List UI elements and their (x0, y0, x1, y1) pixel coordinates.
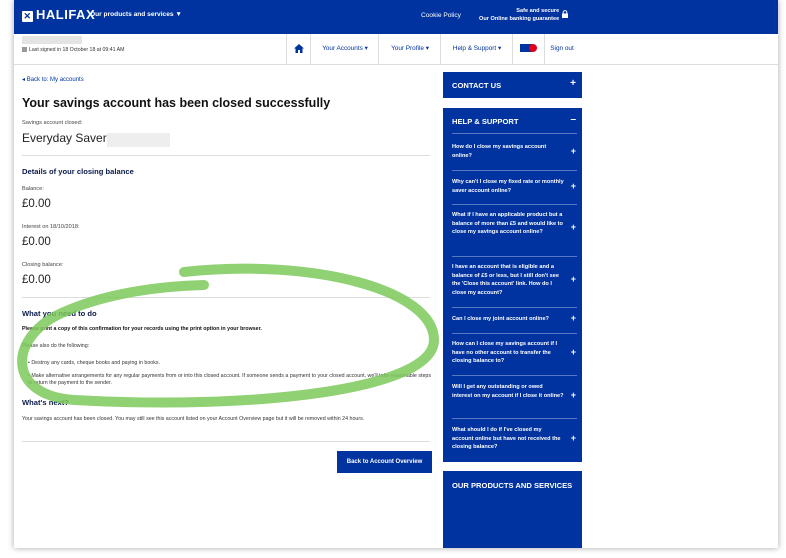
plus-icon: + (570, 181, 576, 191)
faq-item[interactable]: I have an account that is eligible and a… (443, 263, 582, 303)
plus-icon: + (570, 313, 576, 323)
back-to-accounts-link[interactable]: ◂ Back to: My accounts (22, 76, 84, 83)
divider (452, 418, 577, 419)
divider (22, 441, 430, 442)
logo-text: HALIFAX (36, 7, 96, 22)
faq-item[interactable]: Why can't I close my fixed rate or month… (443, 178, 582, 202)
divider (452, 333, 577, 334)
chevron-down-icon: ▼ (175, 11, 182, 18)
bullet-text: Destroy any cards, cheque books and payi… (31, 360, 161, 366)
last-signed-in: Last signed in 18 October 18 at 09:41 AM (22, 47, 124, 53)
faq-question: I have an account that is eligible and a… (452, 264, 560, 296)
list-item: • Make alternative arrangements for any … (28, 373, 431, 386)
account-name: Everyday Saver (22, 131, 107, 145)
plus-icon: + (570, 274, 576, 284)
divider (452, 256, 577, 257)
whats-next-text: Your savings account has been closed. Yo… (22, 416, 365, 422)
plus-icon: + (570, 433, 576, 443)
your-profile-menu[interactable]: Your Profile ▾ (378, 34, 441, 64)
logo-x-icon: ✕ (22, 11, 33, 22)
print-note: Please print a copy of this confirmation… (22, 326, 262, 332)
divider (452, 375, 577, 376)
bullet-text: Make alternative arrangements for any re… (28, 373, 431, 386)
contact-us-heading: CONTACT US (452, 81, 502, 90)
cookie-policy-link[interactable]: Cookie Policy (421, 12, 461, 19)
caret-down-icon: ▾ (497, 45, 502, 52)
browser-page: ✕ HALIFAX Our products and services ▼ Coo… (14, 0, 778, 548)
home-icon (294, 43, 304, 53)
products-services-panel[interactable]: OUR PRODUCTS AND SERVICES (443, 471, 582, 548)
details-heading: Details of your closing balance (22, 167, 134, 176)
faq-question: What if I have an applicable product but… (452, 212, 563, 236)
home-button[interactable] (286, 34, 311, 64)
divider (22, 155, 430, 156)
faq-item[interactable]: What should I do if I've closed my accou… (443, 426, 582, 456)
products-menu-label: Our products and services (90, 11, 174, 18)
faq-item[interactable]: How do I close my savings account online… (443, 143, 582, 167)
bars-icon (22, 47, 27, 53)
back-link-label: Back to: My accounts (26, 77, 84, 83)
faq-item[interactable]: Will I get any outstanding or owed inter… (443, 383, 582, 413)
need-to-do-heading: What you need to do (22, 309, 97, 318)
your-accounts-label: Your Accounts (322, 45, 363, 52)
closing-balance-value: £0.00 (22, 274, 51, 286)
halifax-logo[interactable]: ✕ HALIFAX (22, 7, 95, 22)
balance-label: Balance: (22, 186, 44, 192)
your-profile-label: Your Profile (391, 45, 424, 52)
whats-next-heading: What's next? (22, 398, 69, 407)
redacted-name (22, 36, 82, 44)
caret-down-icon: ▾ (364, 45, 368, 52)
faq-item[interactable]: How can I close my savings account if I … (443, 340, 582, 370)
faq-item[interactable]: What if I have an applicable product but… (443, 211, 582, 251)
padlock-icon (562, 10, 568, 18)
faq-item[interactable]: Can I close my joint account online? + (443, 313, 582, 327)
faq-question: Can I close my joint account online? (452, 316, 549, 322)
divider (452, 133, 577, 134)
faq-question: How do I close my savings account online… (452, 144, 547, 159)
messages-icon (520, 44, 537, 53)
divider (452, 170, 577, 171)
plus-icon: + (570, 146, 576, 156)
help-support-heading: HELP & SUPPORT (452, 117, 519, 126)
back-to-account-overview-button[interactable]: Back to Account Overview (337, 451, 432, 473)
plus-icon: + (570, 78, 576, 89)
divider (452, 204, 577, 205)
faq-question: Why can't I close my fixed rate or month… (452, 179, 564, 194)
faq-question: What should I do if I've closed my accou… (452, 427, 561, 451)
faq-question: Will I get any outstanding or owed inter… (452, 384, 564, 399)
list-item: • Destroy any cards, cheque books and pa… (28, 360, 161, 366)
products-menu[interactable]: Our products and services ▼ (90, 11, 182, 18)
safe-secure-link[interactable]: Safe and secure Our Online banking guara… (479, 7, 559, 23)
interest-label: Interest on 18/10/2018: (22, 224, 80, 230)
interest-value: £0.00 (22, 236, 51, 248)
balance-value: £0.00 (22, 198, 51, 210)
secure-line1: Safe and secure (516, 8, 560, 14)
plus-icon: + (570, 390, 576, 400)
caret-down-icon: ▾ (425, 45, 429, 52)
plus-icon: + (570, 222, 576, 232)
divider (452, 307, 577, 308)
help-support-label: Help & Support (452, 45, 497, 52)
help-support-menu[interactable]: Help & Support ▾ (440, 34, 513, 64)
products-services-heading: OUR PRODUCTS AND SERVICES (452, 481, 573, 490)
contact-us-panel[interactable]: CONTACT US + (443, 72, 582, 98)
plus-icon: + (570, 347, 576, 357)
page-title: Your savings account has been closed suc… (22, 96, 331, 110)
also-do-text: Please also do the following: (22, 343, 90, 349)
divider (22, 297, 430, 298)
chevron-left-icon: ◂ (22, 77, 26, 83)
your-accounts-menu[interactable]: Your Accounts ▾ (310, 34, 379, 64)
secure-line2: Our Online banking guarantee (479, 16, 560, 22)
sign-out-link[interactable]: Sign out (544, 34, 579, 64)
top-bar: ✕ HALIFAX Our products and services ▼ Coo… (14, 0, 778, 34)
redacted-account-number (107, 133, 170, 147)
last-signed-text: Last signed in 18 October 18 at 09:41 AM (29, 47, 125, 53)
messages-button[interactable] (512, 34, 545, 64)
minus-icon[interactable]: – (570, 114, 576, 125)
closing-balance-label: Closing balance: (22, 262, 64, 268)
account-closed-label: Savings account closed: (22, 120, 83, 126)
faq-question: How can I close my savings account if I … (452, 341, 558, 365)
